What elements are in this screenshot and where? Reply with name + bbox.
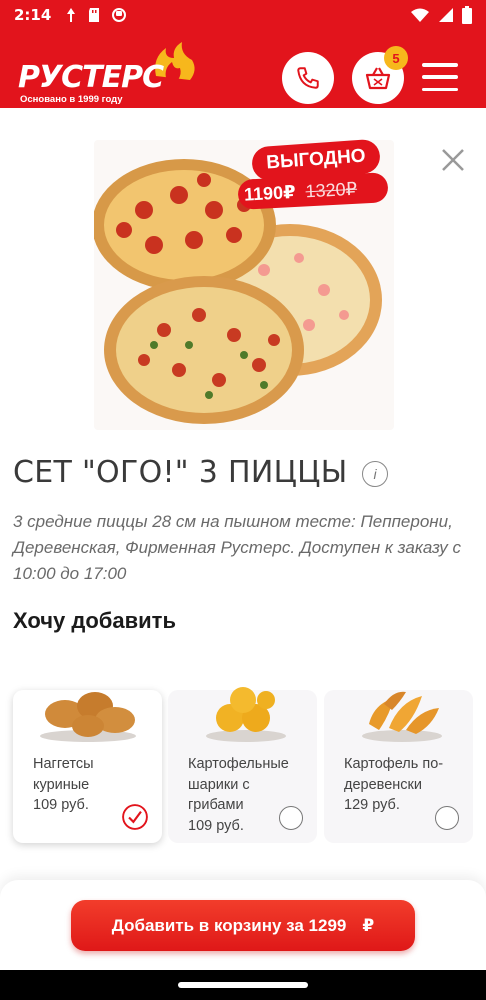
select-circle[interactable] (279, 806, 303, 830)
wifi-icon (411, 8, 429, 22)
sync-icon (112, 8, 127, 22)
select-circle[interactable] (435, 806, 459, 830)
rusters-logo[interactable]: РУСТЕРС Основано в 1999 году (18, 40, 198, 105)
checkmark-icon[interactable] (122, 804, 148, 830)
addon-name: Картофельные шарики с грибами (188, 756, 289, 813)
home-gesture-pill[interactable] (178, 982, 308, 988)
phone-icon (297, 67, 319, 89)
add-to-cart-label: Добавить в корзину за 1299 (111, 915, 347, 935)
currency-symbol: ₽ (362, 915, 375, 935)
cart-button[interactable]: 5 (352, 46, 408, 104)
sd-card-icon (89, 8, 100, 22)
system-nav-bar (0, 970, 486, 1000)
logo-wordmark: РУСТЕРС (18, 60, 164, 95)
close-icon[interactable] (438, 145, 468, 175)
add-to-cart-button[interactable]: Добавить в корзину за 1299 ₽ (71, 900, 415, 951)
battery-icon (462, 6, 472, 24)
signal-icon (439, 8, 453, 22)
cart-count-badge: 5 (384, 46, 408, 70)
promo-old-price: 1320₽ (305, 178, 358, 201)
menu-icon[interactable] (422, 63, 458, 91)
status-bar: 2:14 (0, 0, 486, 30)
info-icon[interactable]: i (362, 461, 388, 487)
addons-title: Хочу добавить (13, 608, 176, 633)
app-header: РУСТЕРС Основано в 1999 году 5 (0, 30, 486, 108)
addon-card-country-potatoes[interactable]: Картофель по-деревенски 129 руб. (324, 690, 473, 843)
addon-name: Наггетсы куриные (33, 756, 94, 793)
promo-price: 1190₽ (243, 181, 297, 205)
addon-name: Картофель по-деревенски (344, 756, 444, 793)
addon-card-nuggets[interactable]: Наггетсы куриные 109 руб. (13, 690, 162, 843)
nuggets-image (40, 692, 136, 742)
basket-icon (365, 67, 391, 90)
product-title: СЕТ "ОГО!" 3 ПИЦЦЫ (13, 455, 348, 490)
potato-balls-image (206, 687, 286, 742)
potato-wedges-image (362, 691, 442, 742)
navigation-icon (67, 8, 76, 22)
call-button[interactable] (282, 52, 334, 104)
addon-card-potato-balls[interactable]: Картофельные шарики с грибами 109 руб. (168, 687, 317, 843)
product-description: 3 средние пиццы 28 см на пышном тесте: П… (13, 512, 462, 583)
status-time: 2:14 (14, 6, 52, 24)
logo-tagline: Основано в 1999 году (20, 94, 123, 105)
